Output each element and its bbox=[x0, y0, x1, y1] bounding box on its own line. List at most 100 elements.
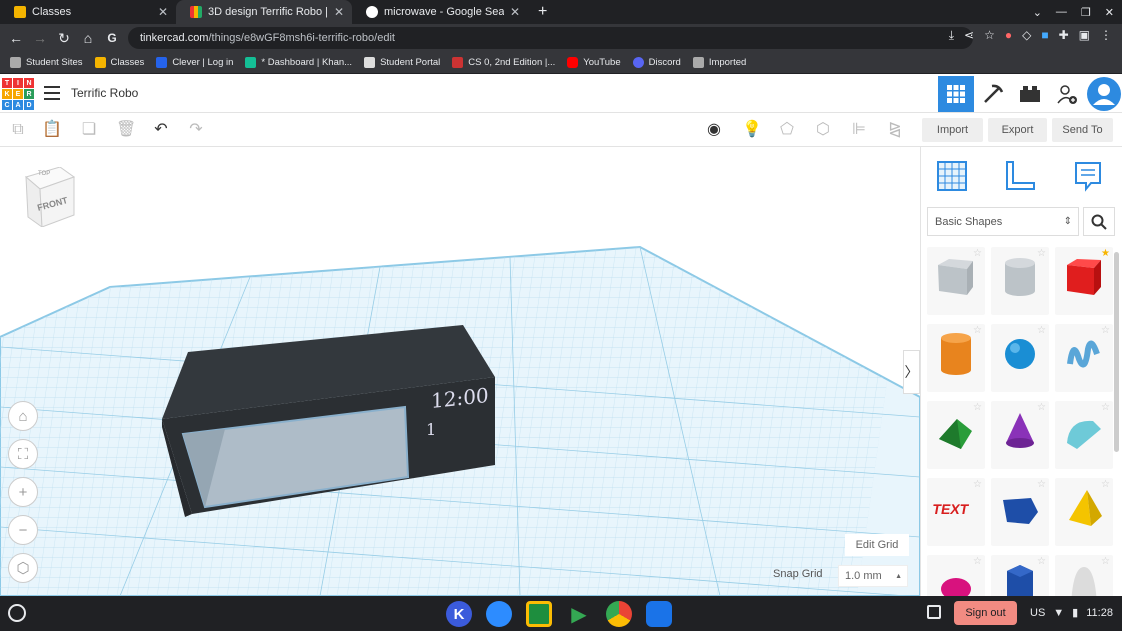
bookmark-khan[interactable]: * Dashboard | Khan... bbox=[245, 57, 352, 68]
tab-google-search[interactable]: microwave - Google Search ✕ bbox=[352, 0, 528, 24]
paraboloid-shape[interactable]: ☆ bbox=[1055, 555, 1113, 596]
notes-tool[interactable] bbox=[1071, 159, 1105, 198]
back-icon[interactable]: ← bbox=[4, 30, 28, 46]
box-shape[interactable]: ★ bbox=[1055, 247, 1113, 315]
fit-view-icon[interactable]: ⛶ bbox=[8, 439, 38, 469]
tab-classes[interactable]: Classes ✕ bbox=[0, 0, 176, 24]
group-icon[interactable]: ⬠ bbox=[778, 121, 796, 139]
polygon-shape[interactable]: ☆ bbox=[991, 478, 1049, 546]
perspective-icon[interactable]: ⬡ bbox=[8, 553, 38, 583]
scrollbar[interactable] bbox=[1114, 252, 1119, 452]
forward-icon[interactable]: → bbox=[28, 30, 52, 46]
lightbulb-icon[interactable]: 💡 bbox=[742, 121, 762, 139]
blocks-button[interactable] bbox=[975, 76, 1011, 112]
tab-tinkercad[interactable]: 3D design Terrific Robo | Tinkerc ✕ bbox=[176, 0, 352, 24]
panel-toggle-button[interactable]: 〉 bbox=[903, 350, 920, 394]
undo-icon[interactable]: ↶ bbox=[152, 121, 170, 139]
kami-app-icon[interactable]: K bbox=[446, 601, 472, 627]
url-input[interactable]: tinkercad.com /things/e8wGF8msh6i-terrif… bbox=[128, 27, 973, 49]
pyramid-shape[interactable]: ☆ bbox=[1055, 478, 1113, 546]
trash-icon[interactable]: 🗑 bbox=[116, 121, 136, 139]
download-icon[interactable]: ⤓ bbox=[949, 28, 954, 43]
design-title[interactable]: Terrific Robo bbox=[71, 86, 138, 100]
close-icon[interactable]: ✕ bbox=[158, 5, 168, 19]
cone-shape[interactable]: ☆ bbox=[991, 401, 1049, 469]
add-user-button[interactable] bbox=[1049, 76, 1085, 112]
design-list-icon[interactable] bbox=[44, 86, 60, 100]
import-button[interactable]: Import bbox=[922, 118, 983, 142]
menu-icon[interactable]: ⋮ bbox=[1100, 28, 1112, 43]
paste-icon[interactable]: 📋 bbox=[42, 121, 62, 139]
mirror-icon[interactable]: ⧎ bbox=[886, 121, 904, 139]
half-sphere-shape[interactable]: ☆ bbox=[927, 555, 985, 596]
bricks-button[interactable] bbox=[1012, 76, 1048, 112]
home-view-icon[interactable]: ⌂ bbox=[8, 401, 38, 431]
puzzle-icon[interactable]: ✚ bbox=[1059, 28, 1069, 43]
copy-icon[interactable]: ⧉ bbox=[9, 121, 27, 139]
notes-icon[interactable]: ◉ bbox=[705, 121, 723, 139]
workplane-tool[interactable] bbox=[935, 159, 969, 198]
zoom-out-icon[interactable]: − bbox=[8, 515, 38, 545]
new-tab-button[interactable]: + bbox=[528, 0, 557, 24]
status-area[interactable]: US ▼ ▮ 11:28 bbox=[1030, 606, 1113, 620]
classroom-app-icon[interactable] bbox=[526, 601, 552, 627]
avatar[interactable] bbox=[1086, 76, 1122, 112]
home-icon[interactable]: ⌂ bbox=[76, 30, 100, 46]
shield-icon[interactable]: ◇ bbox=[1022, 28, 1031, 43]
bookmark-discord[interactable]: Discord bbox=[632, 57, 681, 68]
view-cube[interactable]: TOP FRONT bbox=[22, 166, 76, 229]
bookmark-youtube[interactable]: YouTube bbox=[567, 57, 621, 68]
shape-category-select[interactable]: Basic Shapes ⇕ bbox=[927, 207, 1079, 236]
close-window-icon[interactable]: ✕ bbox=[1105, 6, 1114, 19]
ruler-tool[interactable] bbox=[1003, 159, 1037, 198]
bookmark-clever[interactable]: Clever | Log in bbox=[156, 57, 233, 68]
roof-shape[interactable]: ☆ bbox=[927, 401, 985, 469]
hexagonal-prism-shape[interactable]: ☆ bbox=[991, 555, 1049, 596]
screencast-app-icon[interactable] bbox=[646, 601, 672, 627]
edit-grid-button[interactable]: Edit Grid bbox=[845, 534, 909, 556]
workplane-viewport[interactable]: 12:00 1 TOP FRONT ⌂ ⛶ + − ⬡ 〉 Edit Grid … bbox=[0, 147, 920, 596]
minimize-icon[interactable]: — bbox=[1056, 6, 1067, 18]
align-icon[interactable]: ⊫ bbox=[850, 121, 868, 139]
bookmark-cs0[interactable]: CS 0, 2nd Edition |... bbox=[452, 57, 555, 68]
zoom-in-icon[interactable]: + bbox=[8, 477, 38, 507]
workplane-grid[interactable] bbox=[0, 147, 920, 596]
close-icon[interactable]: ✕ bbox=[334, 5, 344, 19]
snap-grid-select[interactable]: 1.0 mm ▲ bbox=[838, 565, 908, 587]
round-roof-shape[interactable]: ☆ bbox=[1055, 401, 1113, 469]
star-icon[interactable]: ☆ bbox=[984, 28, 995, 43]
box-hole-shape[interactable]: ☆ bbox=[927, 247, 985, 315]
reload-icon[interactable]: ↻ bbox=[52, 30, 76, 47]
redo-icon[interactable]: ↷ bbox=[187, 121, 205, 139]
bookmark-classes[interactable]: Classes bbox=[94, 57, 144, 68]
cylinder-hole-shape[interactable]: ☆ bbox=[991, 247, 1049, 315]
google-icon[interactable]: G bbox=[100, 31, 124, 45]
3d-view-button[interactable] bbox=[938, 76, 974, 112]
maximize-icon[interactable]: ❐ bbox=[1081, 6, 1091, 19]
sign-out-button[interactable]: Sign out bbox=[954, 601, 1017, 625]
scribble-shape[interactable]: ☆ bbox=[1055, 324, 1113, 392]
close-icon[interactable]: ✕ bbox=[510, 5, 520, 19]
extension-icon[interactable]: ■ bbox=[1041, 28, 1048, 43]
bookmark-student-portal[interactable]: Student Portal bbox=[364, 57, 440, 68]
share-icon[interactable]: ⋖ bbox=[964, 28, 974, 43]
search-shapes-button[interactable] bbox=[1083, 207, 1115, 236]
text-shape[interactable]: TEXT ☆ bbox=[927, 478, 985, 546]
tote-icon[interactable] bbox=[927, 605, 941, 619]
export-button[interactable]: Export bbox=[988, 118, 1047, 142]
duplicate-icon[interactable]: ❏ bbox=[80, 121, 98, 139]
tinkercad-logo[interactable]: T I N K E R C A D bbox=[2, 78, 34, 110]
send-to-button[interactable]: Send To bbox=[1052, 118, 1113, 142]
bookmark-imported[interactable]: Imported bbox=[692, 57, 746, 68]
sidepanel-icon[interactable]: ▣ bbox=[1079, 28, 1090, 43]
cylinder-shape[interactable]: ☆ bbox=[927, 324, 985, 392]
play-store-icon[interactable]: ▶ bbox=[566, 601, 592, 627]
ungroup-icon[interactable]: ⬡ bbox=[814, 121, 832, 139]
bookmark-student-sites[interactable]: Student Sites bbox=[10, 57, 83, 68]
tab-search-icon[interactable]: ⌄ bbox=[1033, 6, 1042, 19]
extension-icon[interactable]: ● bbox=[1005, 28, 1012, 43]
sphere-shape[interactable]: ☆ bbox=[991, 324, 1049, 392]
zoom-app-icon[interactable] bbox=[486, 601, 512, 627]
launcher-button[interactable] bbox=[8, 604, 26, 622]
chrome-app-icon[interactable] bbox=[606, 601, 632, 627]
